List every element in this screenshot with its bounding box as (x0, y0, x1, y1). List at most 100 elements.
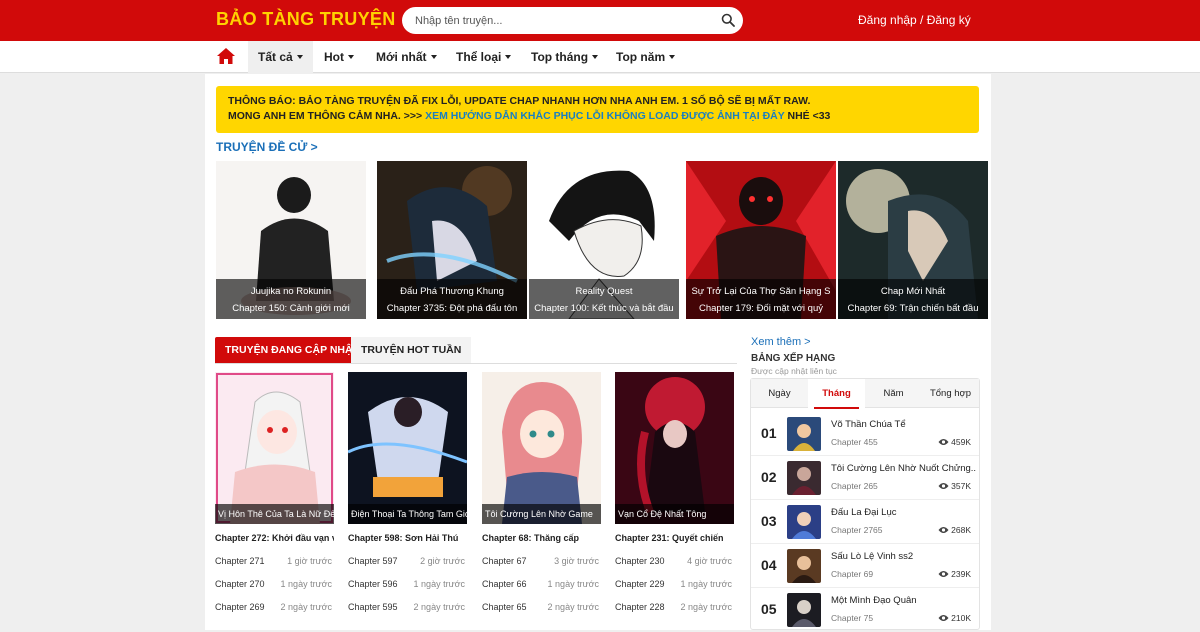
main-content: THÔNG BÁO: BẢO TÀNG TRUYỆN ĐÃ FIX LỖI, U… (205, 74, 991, 630)
manga-thumbnail (787, 417, 821, 451)
manga-title: Tôi Cường Lên Nhờ Game (482, 504, 601, 524)
recommended-card[interactable]: Chap Mới Nhất Chapter 69: Trận chiến bất… (838, 161, 988, 319)
ranking-item[interactable]: 01 Võ Thần Chúa Tể Chapter 455 459K (751, 412, 979, 456)
nav-item-genres[interactable]: Thể loại (446, 41, 521, 73)
latest-chapter[interactable]: Chapter 231: Quyết chiến (615, 533, 734, 545)
eye-icon (938, 439, 949, 445)
manga-thumbnail (787, 505, 821, 539)
ranking-item[interactable]: 05 Một Mình Đạo Quân Chapter 75 210K (751, 588, 979, 632)
rank-views: 459K (938, 437, 971, 447)
eye-icon (938, 483, 949, 489)
latest-chapter[interactable]: Chapter 68: Thăng cấp (482, 533, 601, 545)
manga-cover (482, 372, 601, 524)
recommended-chapter: Chapter 100: Kết thúc và bắt đầu (534, 303, 674, 314)
manga-cover (615, 372, 734, 524)
chapter-row[interactable]: Chapter 595 2 ngày trước (348, 602, 467, 614)
eye-icon (938, 571, 949, 577)
main-nav: Tất cả Hot Mới nhất Thể loại Top tháng T… (0, 41, 1200, 73)
manga-card[interactable]: Điện Thoại Ta Thông Tam Giới Chapter 598… (348, 372, 467, 614)
chevron-down-icon (348, 54, 354, 59)
chapter-row[interactable]: Chapter 229 1 ngày trước (615, 579, 734, 591)
rank-manga-title: Võ Thần Chúa Tể (831, 419, 906, 430)
manga-title: Vạn Cổ Đệ Nhất Tông (615, 504, 734, 524)
announcement-banner: THÔNG BÁO: BẢO TÀNG TRUYỆN ĐÃ FIX LỖI, U… (216, 86, 979, 133)
chevron-down-icon (592, 54, 599, 59)
rank-chapter: Chapter 265 (831, 481, 878, 491)
chapter-row[interactable]: Chapter 230 4 giờ trước (615, 556, 734, 568)
ranking-tab-year[interactable]: Năm (865, 379, 922, 408)
manga-title: Điện Thoại Ta Thông Tam Giới (348, 504, 467, 524)
recommended-chapter: Chapter 69: Trận chiến bất đầu (847, 303, 979, 314)
rank-views: 210K (938, 613, 971, 623)
chapter-row[interactable]: Chapter 67 3 giờ trước (482, 556, 601, 568)
rank-chapter: Chapter 69 (831, 569, 874, 579)
nav-item-top-year[interactable]: Top năm (606, 41, 685, 73)
manga-card[interactable]: Vạn Cổ Đệ Nhất Tông Chapter 231: Quyết c… (615, 372, 734, 614)
search-icon[interactable] (721, 13, 735, 27)
chapter-row[interactable]: Chapter 66 1 ngày trước (482, 579, 601, 591)
ranking-item[interactable]: 02 Tôi Cường Lên Nhờ Nuốt Chửng... Chapt… (751, 456, 979, 500)
manga-thumbnail (787, 549, 821, 583)
latest-chapter[interactable]: Chapter 272: Khởi đầu vạn vật (215, 533, 334, 545)
tab-updating[interactable]: TRUYỆN ĐANG CẬP NHẬT (215, 337, 369, 363)
search-input[interactable] (402, 7, 702, 34)
rank-number: 04 (761, 557, 777, 573)
ranking-tab-month[interactable]: Tháng (808, 379, 865, 409)
home-icon[interactable] (216, 47, 236, 65)
chevron-down-icon (669, 54, 676, 59)
see-more-link[interactable]: Xem thêm > (751, 336, 811, 348)
recommended-name: Reality Quest (575, 286, 633, 297)
chapter-row[interactable]: Chapter 270 1 ngày trước (215, 579, 334, 591)
rank-chapter: Chapter 455 (831, 437, 878, 447)
rank-manga-title: Đấu La Đại Lục (831, 507, 897, 518)
ranking-tab-all[interactable]: Tổng hợp (922, 379, 979, 408)
chapter-row[interactable]: Chapter 597 2 giờ trước (348, 556, 467, 568)
nav-item-all[interactable]: Tất cả (248, 41, 313, 73)
ranking-item[interactable]: 04 Sấu Lò Lệ Vinh ss2 Chapter 69 239K (751, 544, 979, 588)
manga-title: Vị Hôn Thê Của Ta Là Nữ Đế (215, 504, 334, 524)
chapter-row[interactable]: Chapter 228 2 ngày trước (615, 602, 734, 614)
nav-item-newest[interactable]: Mới nhất (366, 41, 447, 73)
rank-views: 268K (938, 525, 971, 535)
eye-icon (938, 615, 949, 621)
chapter-row[interactable]: Chapter 269 2 ngày trước (215, 602, 334, 614)
eye-icon (938, 527, 949, 533)
recommended-chapter: Chapter 179: Đối mặt với quỷ (699, 303, 823, 314)
rank-number: 01 (761, 425, 777, 441)
manga-card[interactable]: Tôi Cường Lên Nhờ Game Chapter 68: Thăng… (482, 372, 601, 614)
search-box[interactable] (402, 7, 743, 34)
announcement-line-1: THÔNG BÁO: BẢO TÀNG TRUYỆN ĐÃ FIX LỖI, U… (228, 95, 811, 107)
manga-card[interactable]: Vị Hôn Thê Của Ta Là Nữ Đế Chapter 272: … (215, 372, 334, 614)
fix-guide-link[interactable]: XEM HƯỚNG DẪN KHẮC PHỤC LỖI KHÔNG LOAD Đ… (425, 110, 784, 122)
ranking-title: BẢNG XẾP HẠNG (751, 353, 836, 364)
site-logo[interactable]: BẢO TÀNG TRUYỆN (216, 9, 396, 30)
recommended-name: Juujika no Rokunin (250, 286, 332, 297)
chevron-down-icon (505, 54, 512, 59)
chapter-row[interactable]: Chapter 65 2 ngày trước (482, 602, 601, 614)
manga-thumbnail (787, 461, 821, 495)
ranking-item[interactable]: 03 Đấu La Đại Lục Chapter 2765 268K (751, 500, 979, 544)
recommended-name: Sự Trở Lại Của Thợ Săn Hạng S (691, 286, 831, 297)
chevron-down-icon (296, 54, 303, 59)
manga-thumbnail (787, 593, 821, 627)
recommended-card[interactable]: Đấu Phá Thương Khung Chapter 3735: Đột p… (377, 161, 527, 319)
nav-item-top-month[interactable]: Top tháng (521, 41, 608, 73)
ranking-tab-day[interactable]: Ngày (751, 379, 808, 408)
nav-item-hot[interactable]: Hot (314, 41, 364, 73)
rank-manga-title: Một Mình Đạo Quân (831, 595, 917, 606)
rank-number: 02 (761, 469, 777, 485)
chapter-row[interactable]: Chapter 271 1 giờ trước (215, 556, 334, 568)
chapter-row[interactable]: Chapter 596 1 ngày trước (348, 579, 467, 591)
login-register-link[interactable]: Đăng nhập / Đăng ký (858, 13, 971, 27)
tab-hot-week[interactable]: TRUYỆN HOT TUẦN (351, 337, 472, 363)
chevron-down-icon (430, 54, 437, 59)
latest-chapter[interactable]: Chapter 598: Sơn Hải Thú (348, 533, 467, 545)
rank-manga-title: Sấu Lò Lệ Vinh ss2 (831, 551, 914, 562)
recommended-card[interactable]: Juujika no Rokunin Chapter 150: Cảnh giớ… (216, 161, 366, 319)
announcement-line-2: MONG ANH EM THÔNG CẢM NHA. >>> XEM HƯỚNG… (228, 110, 831, 122)
recommended-section-title[interactable]: TRUYỆN ĐỀ CỬ > (216, 140, 318, 154)
recommended-card[interactable]: Reality Quest Chapter 100: Kết thúc và b… (529, 161, 679, 319)
manga-cover (348, 372, 467, 524)
top-bar: BẢO TÀNG TRUYỆN Đăng nhập / Đăng ký (0, 0, 1200, 41)
recommended-card[interactable]: Sự Trở Lại Của Thợ Săn Hạng S Chapter 17… (686, 161, 836, 319)
